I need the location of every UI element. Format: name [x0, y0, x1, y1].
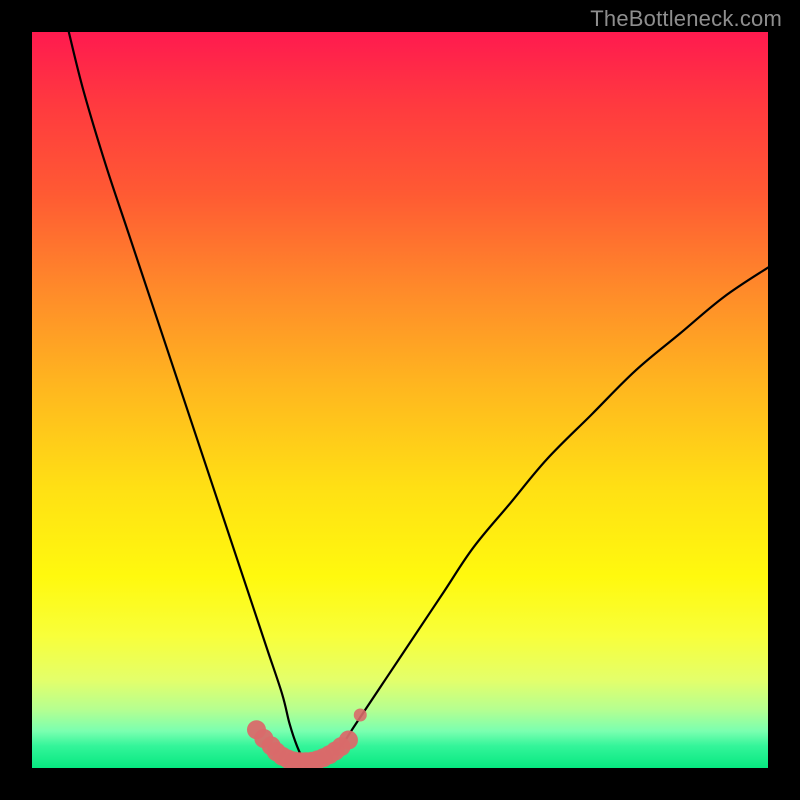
chart-svg — [32, 32, 768, 768]
chart-frame: TheBottleneck.com — [0, 0, 800, 800]
watermark-text: TheBottleneck.com — [590, 6, 782, 32]
bottleneck-curve — [69, 32, 768, 765]
marker-dot — [339, 731, 358, 750]
marker-dot — [354, 709, 367, 722]
plot-area — [32, 32, 768, 768]
highlight-markers — [247, 709, 367, 768]
